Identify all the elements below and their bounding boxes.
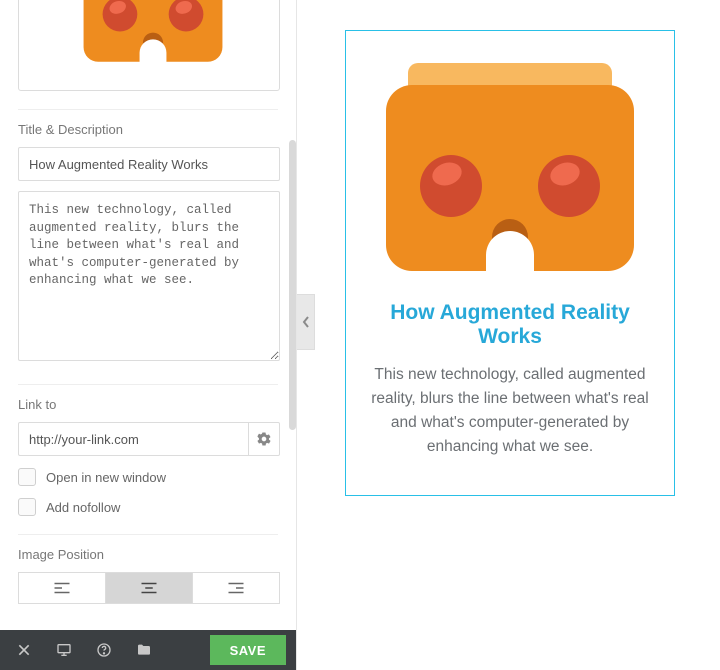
open-new-window-label: Open in new window [46,470,166,485]
align-center-button[interactable] [106,572,193,604]
desktop-preview-button[interactable] [46,630,82,670]
scrollbar[interactable] [289,140,296,430]
preview-area: How Augmented Reality Works This new tec… [297,0,720,670]
image-position-label: Image Position [18,547,278,562]
align-right-button[interactable] [193,572,280,604]
vr-headset-icon [80,0,226,66]
preview-card[interactable]: How Augmented Reality Works This new tec… [345,30,675,496]
checkbox[interactable] [18,498,36,516]
divider [18,384,278,385]
footer-toolbar: SAVE [0,630,296,670]
gear-icon [256,431,272,447]
checkbox[interactable] [18,468,36,486]
editor-panel: Title & Description Link to Open in new … [0,0,297,670]
link-to-label: Link to [18,397,278,412]
title-description-label: Title & Description [18,122,278,137]
collapse-panel-button[interactable] [297,294,315,350]
monitor-icon [56,642,72,658]
vr-headset-icon [380,59,640,279]
help-icon [96,642,112,658]
link-settings-button[interactable] [249,422,280,456]
preview-title: How Augmented Reality Works [368,301,652,349]
preview-description: This new technology, called augmented re… [368,363,652,459]
divider [18,109,278,110]
add-nofollow-label: Add nofollow [46,500,120,515]
help-button[interactable] [86,630,122,670]
save-button[interactable]: SAVE [210,635,286,665]
link-url-input[interactable] [18,422,249,456]
open-new-window-row[interactable]: Open in new window [18,468,278,486]
image-thumbnail[interactable] [18,0,280,91]
title-input[interactable] [18,147,280,181]
folder-icon [136,642,152,658]
align-center-icon [140,581,158,595]
description-textarea[interactable] [18,191,280,361]
add-nofollow-row[interactable]: Add nofollow [18,498,278,516]
image-position-group [18,572,280,604]
chevron-left-icon [302,315,310,329]
panel-scroll[interactable]: Title & Description Link to Open in new … [0,0,296,630]
close-icon [16,642,32,658]
divider [18,534,278,535]
align-left-button[interactable] [18,572,106,604]
close-button[interactable] [6,630,42,670]
files-button[interactable] [126,630,162,670]
align-left-icon [53,581,71,595]
align-right-icon [227,581,245,595]
